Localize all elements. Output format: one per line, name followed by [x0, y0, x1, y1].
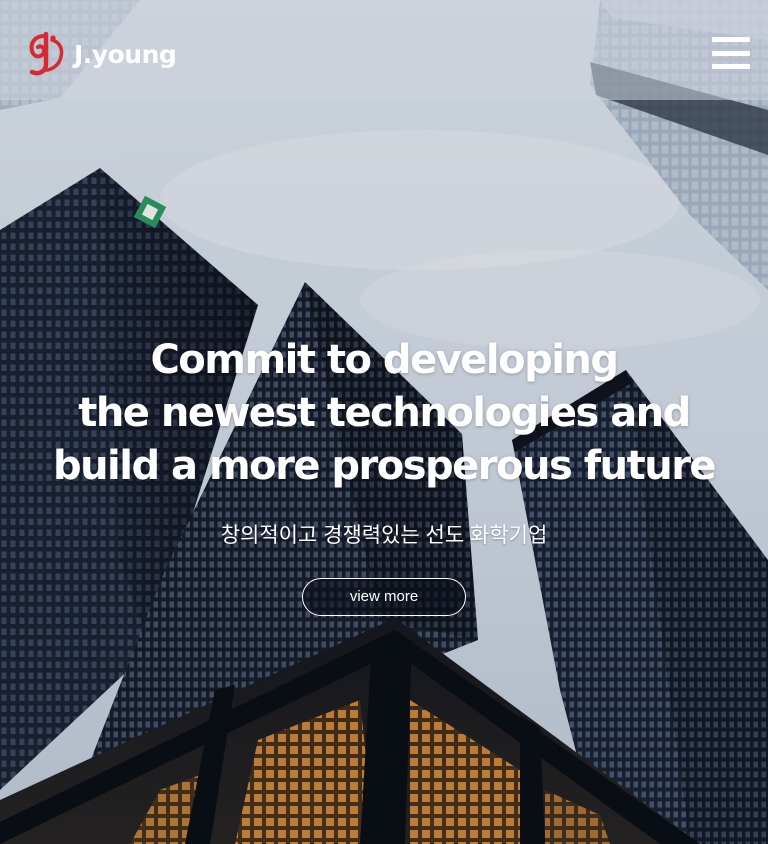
- hero-title-line-3: build a more prosperous future: [52, 443, 717, 489]
- hero-title-line-2: the newest technologies and: [78, 390, 691, 436]
- hamburger-menu-icon[interactable]: [712, 37, 750, 69]
- menu-bar-middle: [712, 50, 750, 56]
- jy-monogram-logo-icon: [29, 31, 64, 76]
- brand-logo[interactable]: J.young: [26, 30, 177, 78]
- hero-subtitle: 창의적이고 경쟁력있는 선도 화학기업: [220, 524, 548, 547]
- hero-title: Commit to developing the newest technolo…: [0, 334, 768, 493]
- site-header: J.young: [0, 0, 768, 100]
- brand-name: J.young: [74, 39, 177, 69]
- menu-bar-top: [712, 37, 750, 42]
- menu-bar-bottom: [712, 64, 750, 69]
- hero-title-line-1: Commit to developing: [150, 337, 619, 383]
- view-more-button[interactable]: view more: [302, 578, 466, 616]
